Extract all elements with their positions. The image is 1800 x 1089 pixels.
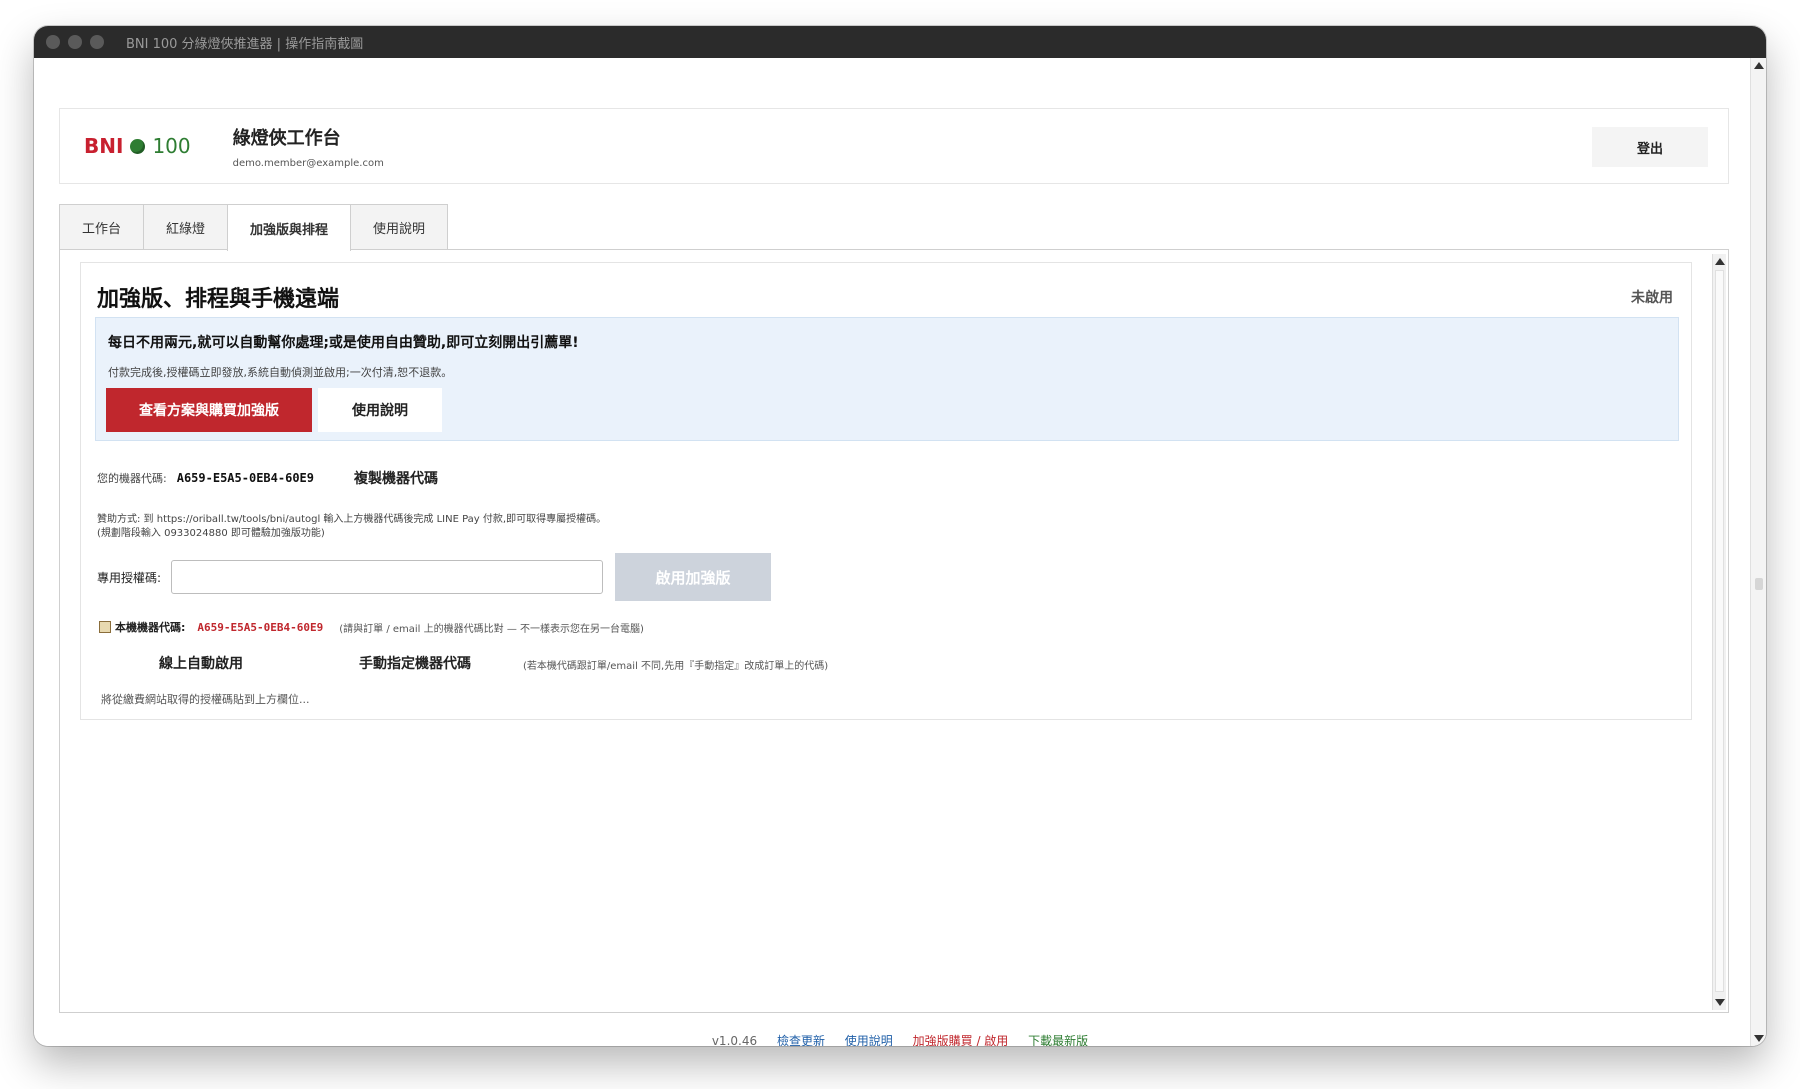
sponsor-line-2: (規劃階段輸入 0933024880 即可體驗加強版功能): [97, 528, 325, 539]
local-machine-note: (請與訂單 / email 上的機器代碼比對 — 不一樣表示您在另一台電腦): [339, 623, 644, 635]
status-badge: 未啟用: [1631, 290, 1673, 306]
window-title: BNI 100 分綠燈俠推進器 | 操作指南截圖: [126, 36, 364, 52]
window-scrollbar[interactable]: [1750, 58, 1766, 1046]
sponsor-instructions: 贊助方式: 到 https://oriball.tw/tools/bni/aut…: [97, 513, 606, 541]
page-title: 綠燈俠工作台: [232, 127, 341, 149]
footer: v1.0.46 檢查更新 使用說明 加強版購買 / 啟用 下載最新版: [34, 1032, 1766, 1046]
manual-note: (若本機代碼跟訂單/email 不同,先用『手動指定』改成訂單上的代碼): [523, 661, 829, 672]
window-scroll-thumb[interactable]: [1755, 578, 1763, 590]
machine-code-value: A659-E5A5-0EB4-60E9: [176, 471, 314, 485]
machine-code-label: 您的機器代碼:: [97, 472, 167, 485]
purchase-link[interactable]: 加強版購買 / 啟用: [913, 1034, 1009, 1046]
tab-bar: 工作台 紅綠燈 加強版與排程 使用說明: [59, 204, 449, 251]
green-light-icon: [130, 138, 146, 154]
promo-guide-button[interactable]: 使用說明: [318, 388, 442, 432]
app-window: BNI 100 分綠燈俠推進器 | 操作指南截圖 BNI 100 綠燈俠工作台 …: [34, 26, 1766, 1046]
download-link[interactable]: 下載最新版: [1028, 1034, 1088, 1046]
logout-button[interactable]: 登出: [1592, 127, 1708, 167]
copy-machine-code-button[interactable]: 複製機器代碼: [354, 468, 438, 488]
scrollbar-track[interactable]: [1715, 270, 1724, 992]
paste-hint: 將從繳費網站取得的授權碼貼到上方欄位...: [101, 693, 310, 706]
app-header: BNI 100 綠燈俠工作台 demo.member@example.com 登…: [59, 108, 1729, 184]
card-title: 加強版、排程與手機遠端: [97, 287, 340, 312]
machine-code-row: 您的機器代碼: A659-E5A5-0EB4-60E9 複製機器代碼: [97, 468, 438, 488]
footer-guide-link[interactable]: 使用說明: [845, 1034, 893, 1046]
zoom-window-button[interactable]: [90, 35, 104, 49]
scroll-down-icon[interactable]: [1715, 999, 1725, 1006]
tab-pro-schedule[interactable]: 加強版與排程: [227, 204, 352, 251]
local-machine-label: 本機機器代碼:: [115, 621, 186, 634]
sponsor-line-1: 贊助方式: 到 https://oriball.tw/tools/bni/aut…: [97, 514, 607, 525]
window-scroll-down-icon[interactable]: [1754, 1035, 1764, 1042]
local-machine-row: 本機機器代碼: A659-E5A5-0EB4-60E9 (請與訂單 / emai…: [99, 619, 644, 635]
title-bar: BNI 100 分綠燈俠推進器 | 操作指南截圖: [34, 26, 1766, 58]
buy-pro-button[interactable]: 查看方案與購買加強版: [106, 388, 312, 432]
manual-machine-code-button[interactable]: 手動指定機器代碼: [359, 653, 471, 673]
scroll-up-icon[interactable]: [1715, 258, 1725, 265]
window-content: BNI 100 綠燈俠工作台 demo.member@example.com 登…: [34, 58, 1766, 1046]
check-update-link[interactable]: 檢查更新: [777, 1034, 825, 1046]
logo-number: 100: [152, 134, 191, 158]
local-machine-code: A659-E5A5-0EB4-60E9: [197, 620, 324, 634]
auth-row: 專用授權碼: 啟用加強版: [97, 553, 772, 601]
panel-scrollbar[interactable]: [1712, 254, 1726, 1010]
version-label: v1.0.46: [711, 1034, 758, 1046]
user-email: demo.member@example.com: [232, 157, 384, 169]
promo-box: 每日不用兩元,就可以自動幫你處理;或是使用自由贊助,即可立刻開出引薦單! 付款完…: [95, 317, 1679, 441]
tab-workbench[interactable]: 工作台: [59, 204, 145, 250]
clipboard-icon: [99, 621, 111, 633]
logo-bni-text: BNI: [84, 134, 124, 158]
promo-note: 付款完成後,授權碼立即發放,系統自動偵測並啟用;一次付清,恕不退款。: [108, 366, 453, 379]
auth-code-input[interactable]: [171, 560, 604, 594]
promo-headline: 每日不用兩元,就可以自動幫你處理;或是使用自由贊助,即可立刻開出引薦單!: [108, 335, 579, 351]
window-scroll-up-icon[interactable]: [1754, 62, 1764, 69]
activate-pro-button[interactable]: 啟用加強版: [615, 553, 772, 601]
minimize-window-button[interactable]: [68, 35, 82, 49]
tab-panel: 加強版、排程與手機遠端 未啟用 每日不用兩元,就可以自動幫你處理;或是使用自由贊…: [59, 249, 1729, 1013]
close-window-button[interactable]: [46, 35, 60, 49]
auto-activate-button[interactable]: 線上自動啟用: [159, 653, 243, 673]
tab-traffic-light[interactable]: 紅綠燈: [143, 204, 229, 250]
tab-guide[interactable]: 使用說明: [350, 204, 449, 250]
activation-options: 線上自動啟用 手動指定機器代碼 (若本機代碼跟訂單/email 不同,先用『手動…: [81, 653, 1691, 675]
logo: BNI 100: [84, 134, 191, 158]
pro-card: 加強版、排程與手機遠端 未啟用 每日不用兩元,就可以自動幫你處理;或是使用自由贊…: [80, 262, 1692, 720]
header-text: 綠燈俠工作台 demo.member@example.com: [233, 124, 384, 169]
auth-code-label: 專用授權碼:: [97, 570, 162, 585]
